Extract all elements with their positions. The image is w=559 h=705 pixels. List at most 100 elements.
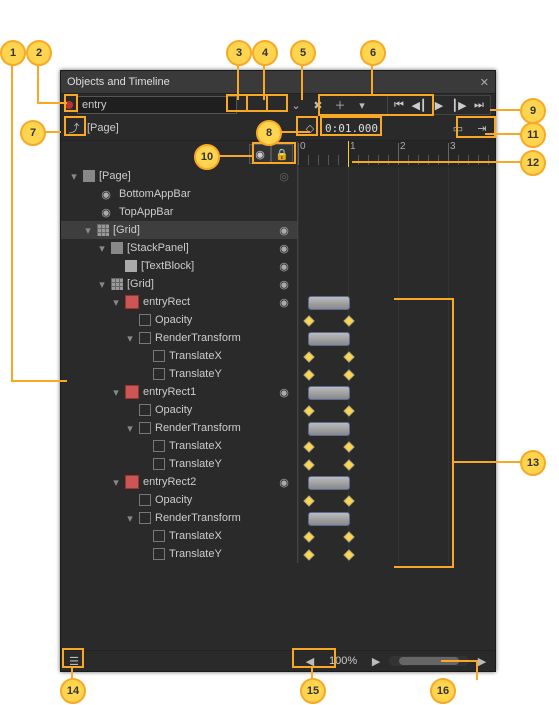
new-keyframe-icon[interactable]: ◇ — [301, 119, 319, 137]
go-first-button[interactable]: ⏮ — [390, 97, 408, 113]
next-frame-button[interactable]: ┃▶ — [450, 97, 468, 113]
expand-icon[interactable] — [83, 225, 93, 235]
keyframe[interactable] — [303, 369, 314, 380]
tree-row[interactable]: Opacity — [61, 401, 495, 419]
panel-titlebar[interactable]: Objects and Timeline ✕ — [61, 71, 495, 94]
visibility-icon[interactable] — [97, 206, 115, 219]
go-last-button[interactable]: ⏭ — [470, 97, 488, 113]
timeline-track[interactable] — [297, 311, 495, 329]
tree-row[interactable]: TranslateY — [61, 455, 495, 473]
keyframe[interactable] — [303, 549, 314, 560]
expand-icon[interactable] — [69, 171, 79, 181]
playhead[interactable] — [348, 141, 349, 167]
snap-options-icon[interactable]: ▭ — [449, 119, 467, 137]
keyframe[interactable] — [343, 315, 354, 326]
keyframe[interactable] — [303, 495, 314, 506]
timeline-track[interactable] — [297, 527, 495, 545]
timeline-track[interactable] — [297, 293, 495, 311]
tree-row[interactable]: TranslateX — [61, 437, 495, 455]
tree-row[interactable]: entryRect1 — [61, 383, 495, 401]
keyframe[interactable] — [303, 351, 314, 362]
storyboard-picker-icon[interactable]: ▾ — [353, 96, 371, 114]
animation-clip[interactable] — [308, 512, 350, 526]
tree-row[interactable]: TranslateY — [61, 365, 495, 383]
keyframe[interactable] — [343, 369, 354, 380]
animation-clip[interactable] — [308, 422, 350, 436]
close-storyboard-icon[interactable]: ✖ — [309, 96, 327, 114]
tree-row[interactable]: BottomAppBar — [61, 185, 495, 203]
keyframe[interactable] — [343, 441, 354, 452]
tree-row[interactable]: TranslateY — [61, 545, 495, 563]
zoom-level[interactable]: 100% — [323, 655, 363, 667]
eye-column-icon[interactable]: ◉ — [249, 144, 271, 164]
tree-row[interactable]: TranslateX — [61, 347, 495, 365]
visibility-toggle[interactable] — [275, 296, 293, 309]
timeline-track[interactable] — [297, 545, 495, 563]
timeline-track[interactable] — [297, 365, 495, 383]
timeline-track[interactable] — [297, 473, 495, 491]
timeline-track[interactable] — [297, 347, 495, 365]
expand-icon[interactable] — [111, 387, 121, 397]
visibility-icon[interactable] — [97, 188, 115, 201]
tree-row[interactable]: Opacity — [61, 311, 495, 329]
new-storyboard-icon[interactable]: ＋ — [331, 96, 349, 114]
keyframe[interactable] — [343, 495, 354, 506]
timeline-track[interactable] — [297, 221, 495, 239]
zoom-out-icon[interactable]: ◀ — [301, 652, 319, 670]
filter-icon[interactable]: ☰ — [65, 652, 83, 670]
tree-row[interactable]: [TextBlock] — [61, 257, 495, 275]
zoom-in-icon[interactable]: ▶ — [367, 652, 385, 670]
storyboard-name-input[interactable] — [77, 96, 237, 114]
tree-row[interactable]: RenderTransform — [61, 329, 495, 347]
expand-icon[interactable] — [111, 477, 121, 487]
timeline-track[interactable] — [297, 275, 495, 293]
play-button[interactable]: ▶ — [430, 97, 448, 113]
timeline-track[interactable] — [297, 401, 495, 419]
timeline-track[interactable] — [297, 437, 495, 455]
visibility-toggle[interactable] — [275, 260, 293, 273]
visibility-toggle[interactable] — [275, 224, 293, 237]
keyframe[interactable] — [303, 441, 314, 452]
tree-row[interactable]: [Grid] — [61, 221, 495, 239]
expand-icon[interactable] — [97, 243, 107, 253]
keyframe[interactable] — [343, 549, 354, 560]
timeline-track[interactable] — [297, 509, 495, 527]
animation-clip[interactable] — [308, 386, 350, 400]
keyframe[interactable] — [343, 405, 354, 416]
prev-frame-button[interactable]: ◀┃ — [410, 97, 428, 113]
tree-row[interactable]: RenderTransform — [61, 419, 495, 437]
close-icon[interactable]: ✕ — [480, 76, 489, 89]
keyframe[interactable] — [303, 405, 314, 416]
expand-icon[interactable] — [125, 333, 135, 343]
expand-icon[interactable] — [97, 279, 107, 289]
animation-clip[interactable] — [308, 476, 350, 490]
expand-icon[interactable] — [125, 423, 135, 433]
keyframe[interactable] — [303, 531, 314, 542]
tree-row[interactable]: TranslateX — [61, 527, 495, 545]
visibility-toggle[interactable] — [275, 242, 293, 255]
scope-up-icon[interactable]: ⤴ — [65, 119, 83, 137]
timeline-track[interactable] — [297, 167, 495, 185]
keyframe[interactable] — [343, 531, 354, 542]
visibility-toggle[interactable] — [275, 386, 293, 399]
tree-row[interactable]: entryRect — [61, 293, 495, 311]
timeline-track[interactable] — [297, 239, 495, 257]
timeline-track[interactable] — [297, 257, 495, 275]
tree-row[interactable]: entryRect2 — [61, 473, 495, 491]
visibility-toggle[interactable] — [275, 170, 293, 183]
timeline-track[interactable] — [297, 329, 495, 347]
tree-row[interactable]: [Grid] — [61, 275, 495, 293]
timeline-track[interactable] — [297, 419, 495, 437]
visibility-toggle[interactable] — [275, 278, 293, 291]
tree-row[interactable]: TopAppBar — [61, 203, 495, 221]
timeline-track[interactable] — [297, 383, 495, 401]
animation-clip[interactable] — [308, 296, 350, 310]
visibility-toggle[interactable] — [275, 476, 293, 489]
keyframe[interactable] — [303, 315, 314, 326]
timeline-track[interactable] — [297, 203, 495, 221]
keyframe[interactable] — [343, 459, 354, 470]
tree-row[interactable]: [Page] — [61, 167, 495, 185]
lock-column-icon[interactable]: 🔒 — [271, 144, 293, 164]
expand-icon[interactable] — [111, 297, 121, 307]
timeline-ruler[interactable]: 0123 — [297, 141, 495, 167]
